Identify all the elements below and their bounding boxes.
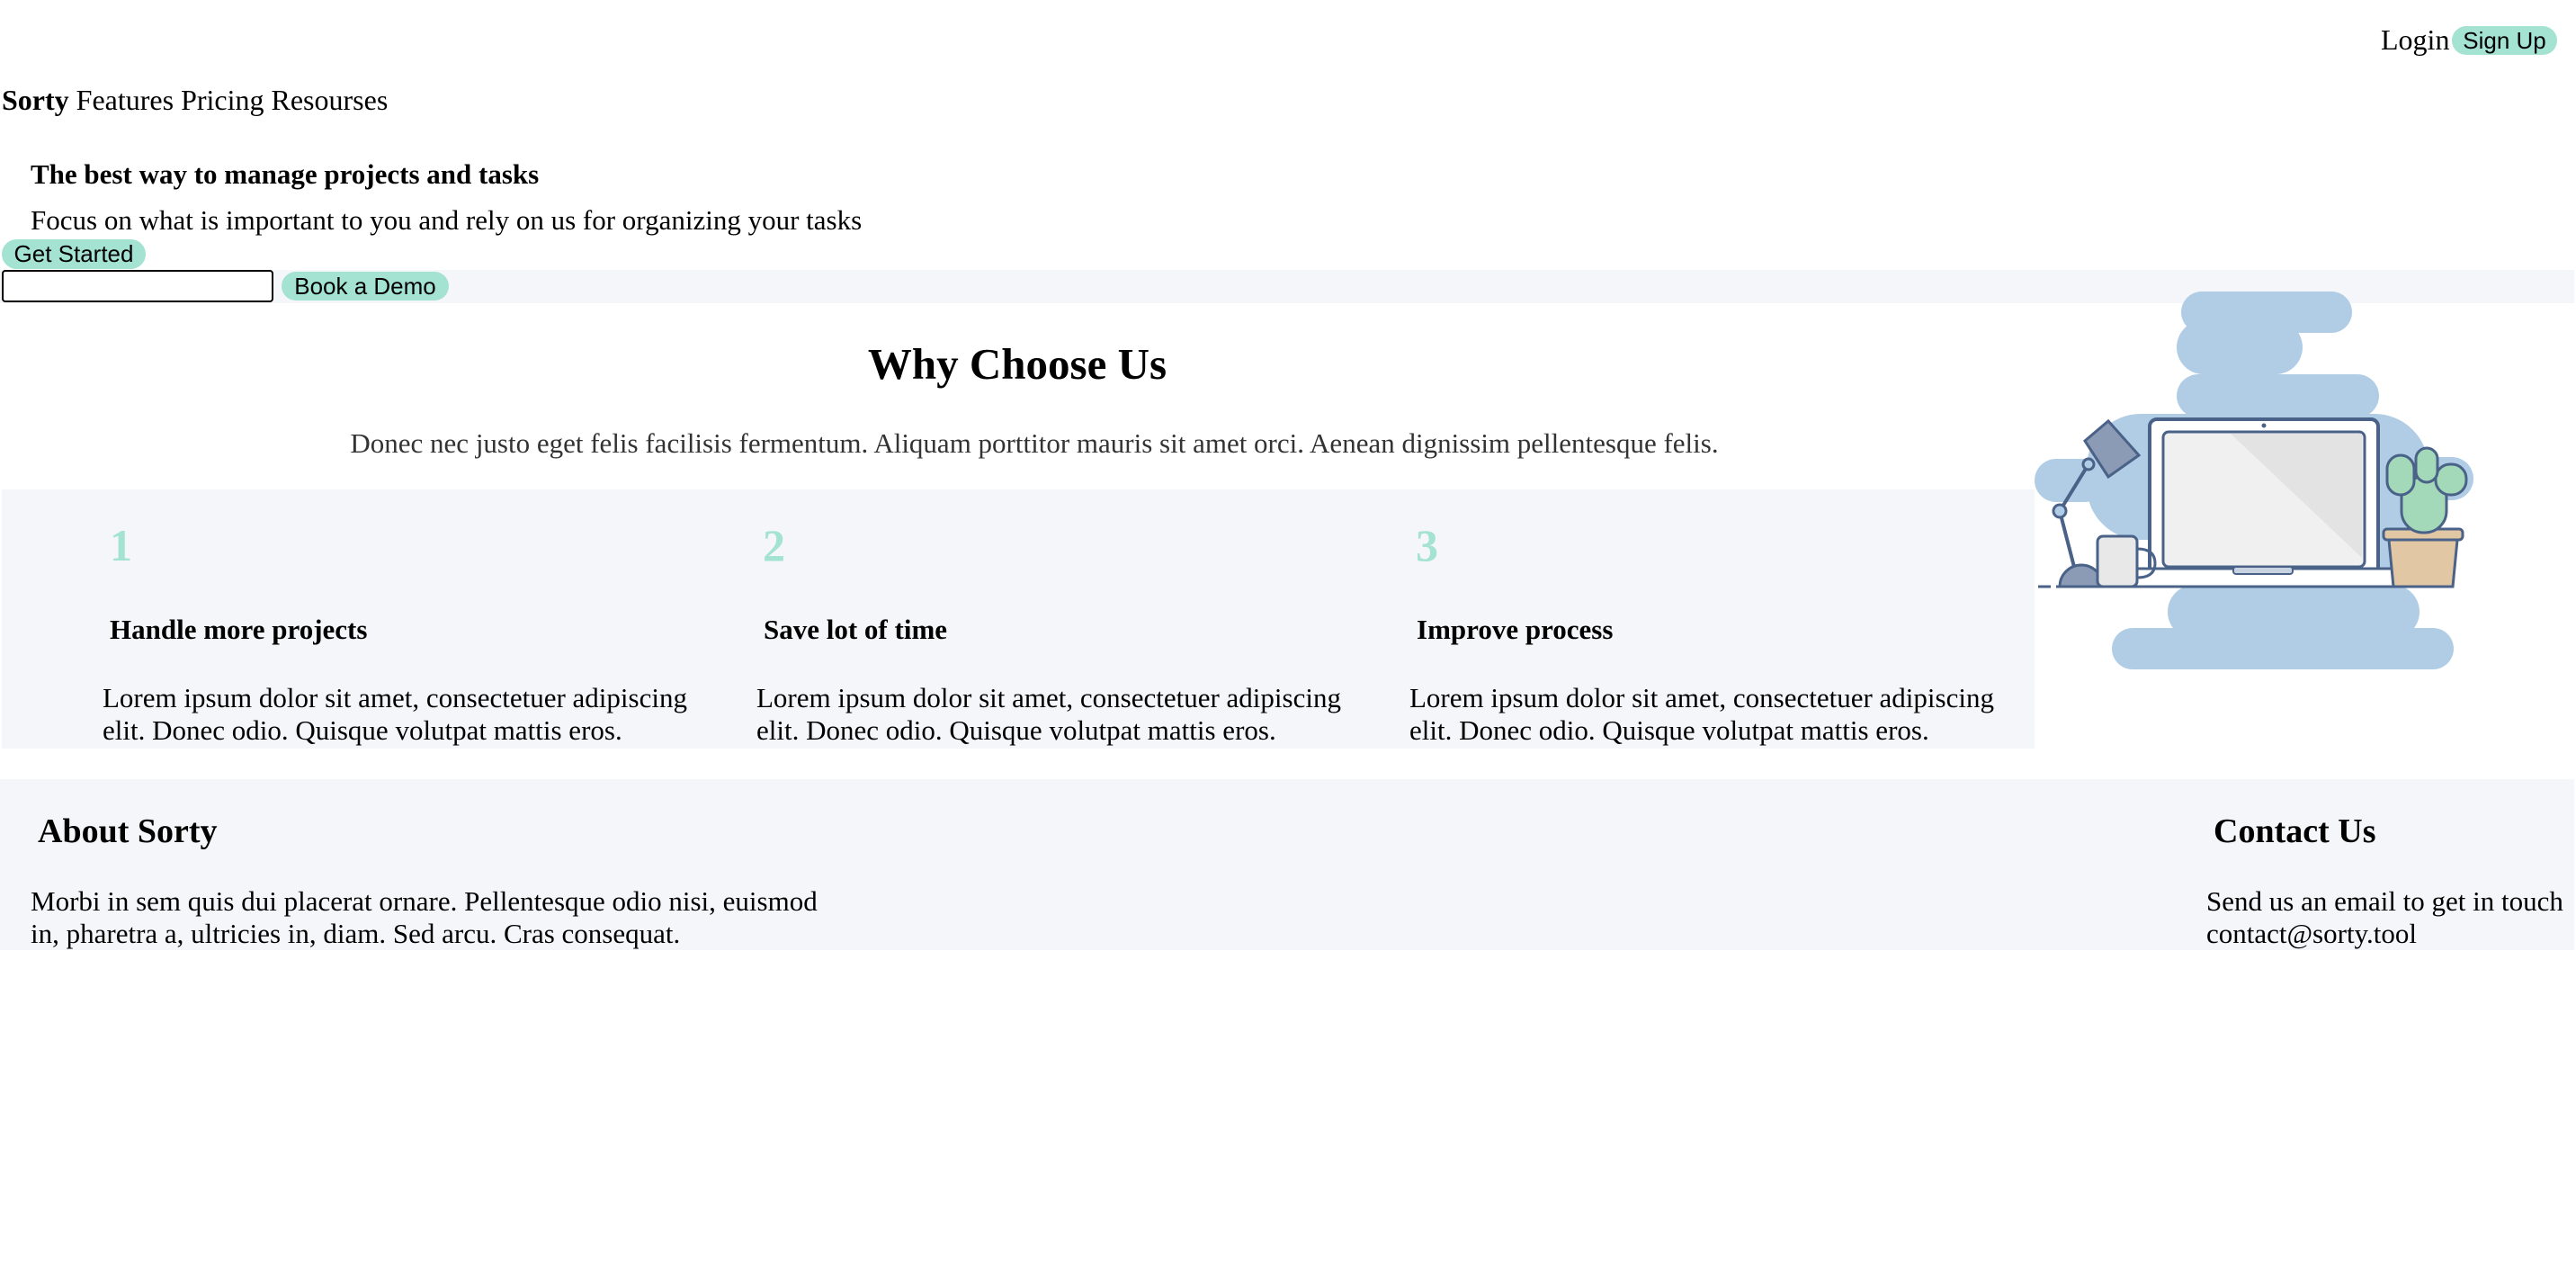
desk-laptop-illustration [2035, 292, 2487, 669]
why-choose-us-title: Why Choose Us [867, 339, 1167, 389]
contact-line: Send us an email to get in touch [2206, 885, 2563, 917]
contact-info: Send us an email to get in touch contact… [2206, 885, 2563, 950]
feature-card-1: 1 [110, 518, 132, 572]
feature-text: Lorem ipsum dolor sit amet, consectetuer… [103, 682, 687, 746]
nav-item-features[interactable]: Features [76, 84, 174, 116]
feature-number: 2 [763, 520, 785, 570]
email-input[interactable] [2, 270, 273, 302]
feature-number: 3 [1416, 520, 1438, 570]
main-nav: Sorty Features Pricing Resourses [2, 82, 388, 118]
hero-subtitle: Focus on what is important to you and re… [31, 204, 863, 236]
feature-number: 1 [110, 520, 132, 570]
get-started-button[interactable]: Get Started [2, 239, 146, 269]
hero-title: The best way to manage projects and task… [31, 158, 540, 190]
nav-item-resources[interactable]: Resourses [272, 84, 389, 116]
feature-title: Save lot of time [764, 614, 948, 645]
feature-title: Handle more projects [110, 614, 368, 645]
feature-text: Lorem ipsum dolor sit amet, consectetuer… [756, 682, 1341, 746]
about-title: About Sorty [38, 812, 218, 850]
nav-item-pricing[interactable]: Pricing [181, 84, 264, 116]
contact-title: Contact Us [2214, 812, 2376, 850]
feature-text: Lorem ipsum dolor sit amet, consectetuer… [1409, 682, 1994, 746]
feature-title: Improve process [1417, 614, 1614, 645]
about-text: Morbi in sem quis dui placerat ornare. P… [31, 885, 818, 949]
why-choose-us-description: Donec nec justo eget felis facilisis fer… [350, 427, 1719, 459]
feature-card-3: 3 [1416, 518, 1438, 572]
book-demo-button[interactable]: Book a Demo [282, 272, 449, 301]
contact-email-link[interactable]: contact@sorty.tool [2206, 918, 2563, 950]
feature-card-2: 2 [763, 518, 785, 572]
sign-up-button[interactable]: Sign Up [2452, 26, 2557, 55]
brand-name[interactable]: Sorty [2, 84, 69, 116]
login-link[interactable]: Login [2381, 22, 2449, 58]
